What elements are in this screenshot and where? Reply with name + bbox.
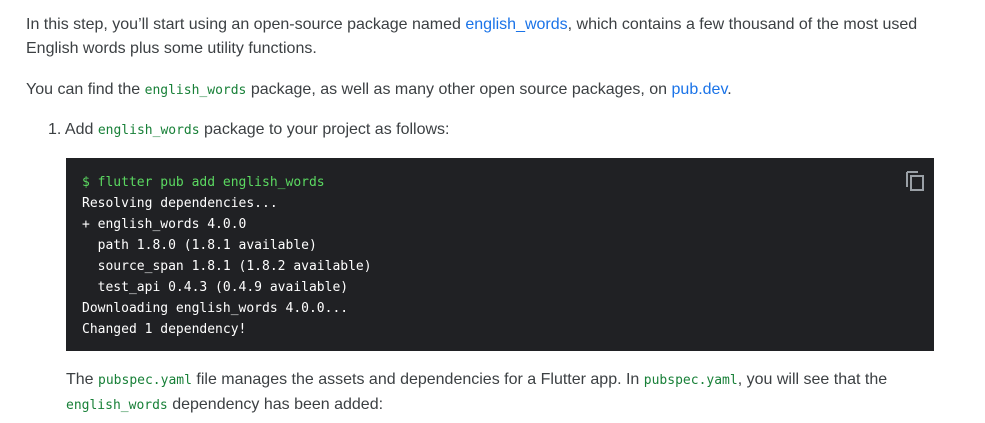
output-line: source_span 1.8.1 (1.8.2 available) <box>82 259 372 274</box>
step-text-end: package to your project as follows: <box>199 121 450 138</box>
output-line: test_api 0.4.3 (0.4.9 available) <box>82 280 349 295</box>
step-text: Add <box>61 121 98 138</box>
step-number: 1. <box>48 121 62 138</box>
find-text-middle: package, as well as many other open sour… <box>246 81 672 98</box>
output-line: Resolving dependencies... <box>82 196 278 211</box>
output-line: Changed 1 dependency! <box>82 322 247 337</box>
intro-text: In this step, you’ll start using an open… <box>26 16 466 33</box>
pubspec-text-2: file manages the assets and dependencies… <box>191 371 644 388</box>
find-text-end: . <box>727 81 732 98</box>
inline-code-pubspec-2: pubspec.yaml <box>643 373 738 388</box>
output-line: path 1.8.0 (1.8.1 available) <box>82 238 317 253</box>
inline-code-pubspec: pubspec.yaml <box>98 373 192 388</box>
pubspec-paragraph: The pubspec.yaml file manages the assets… <box>66 368 926 418</box>
inline-code-english-words-step: english_words <box>97 123 200 138</box>
intro-paragraph: In this step, you’ll start using an open… <box>26 13 946 61</box>
inline-code-english-words: english_words <box>144 83 247 98</box>
output-line: Downloading english_words 4.0.0... <box>82 301 349 316</box>
terminal-code-block: $ flutter pub add english_words Resolving… <box>66 158 934 351</box>
pubspec-text: The <box>66 371 99 388</box>
copy-icon <box>906 171 924 191</box>
copy-code-button[interactable] <box>904 168 926 192</box>
find-text: You can find the <box>26 81 145 98</box>
step-1-item: 1. Add english_words package to your pro… <box>48 118 449 143</box>
code-content[interactable]: $ flutter pub add english_words Resolving… <box>82 172 918 340</box>
command-line: $ flutter pub add english_words <box>82 175 325 190</box>
english-words-link[interactable]: english_words <box>465 16 567 33</box>
find-package-paragraph: You can find the english_words package, … <box>26 78 946 103</box>
pubspec-text-3: , you will see that the <box>737 371 888 388</box>
output-line: + english_words 4.0.0 <box>82 217 247 232</box>
pub-dev-link[interactable]: pub.dev <box>672 81 728 98</box>
pubspec-text-4: dependency has been added: <box>167 396 384 413</box>
inline-code-english-words-dep: english_words <box>66 398 168 413</box>
